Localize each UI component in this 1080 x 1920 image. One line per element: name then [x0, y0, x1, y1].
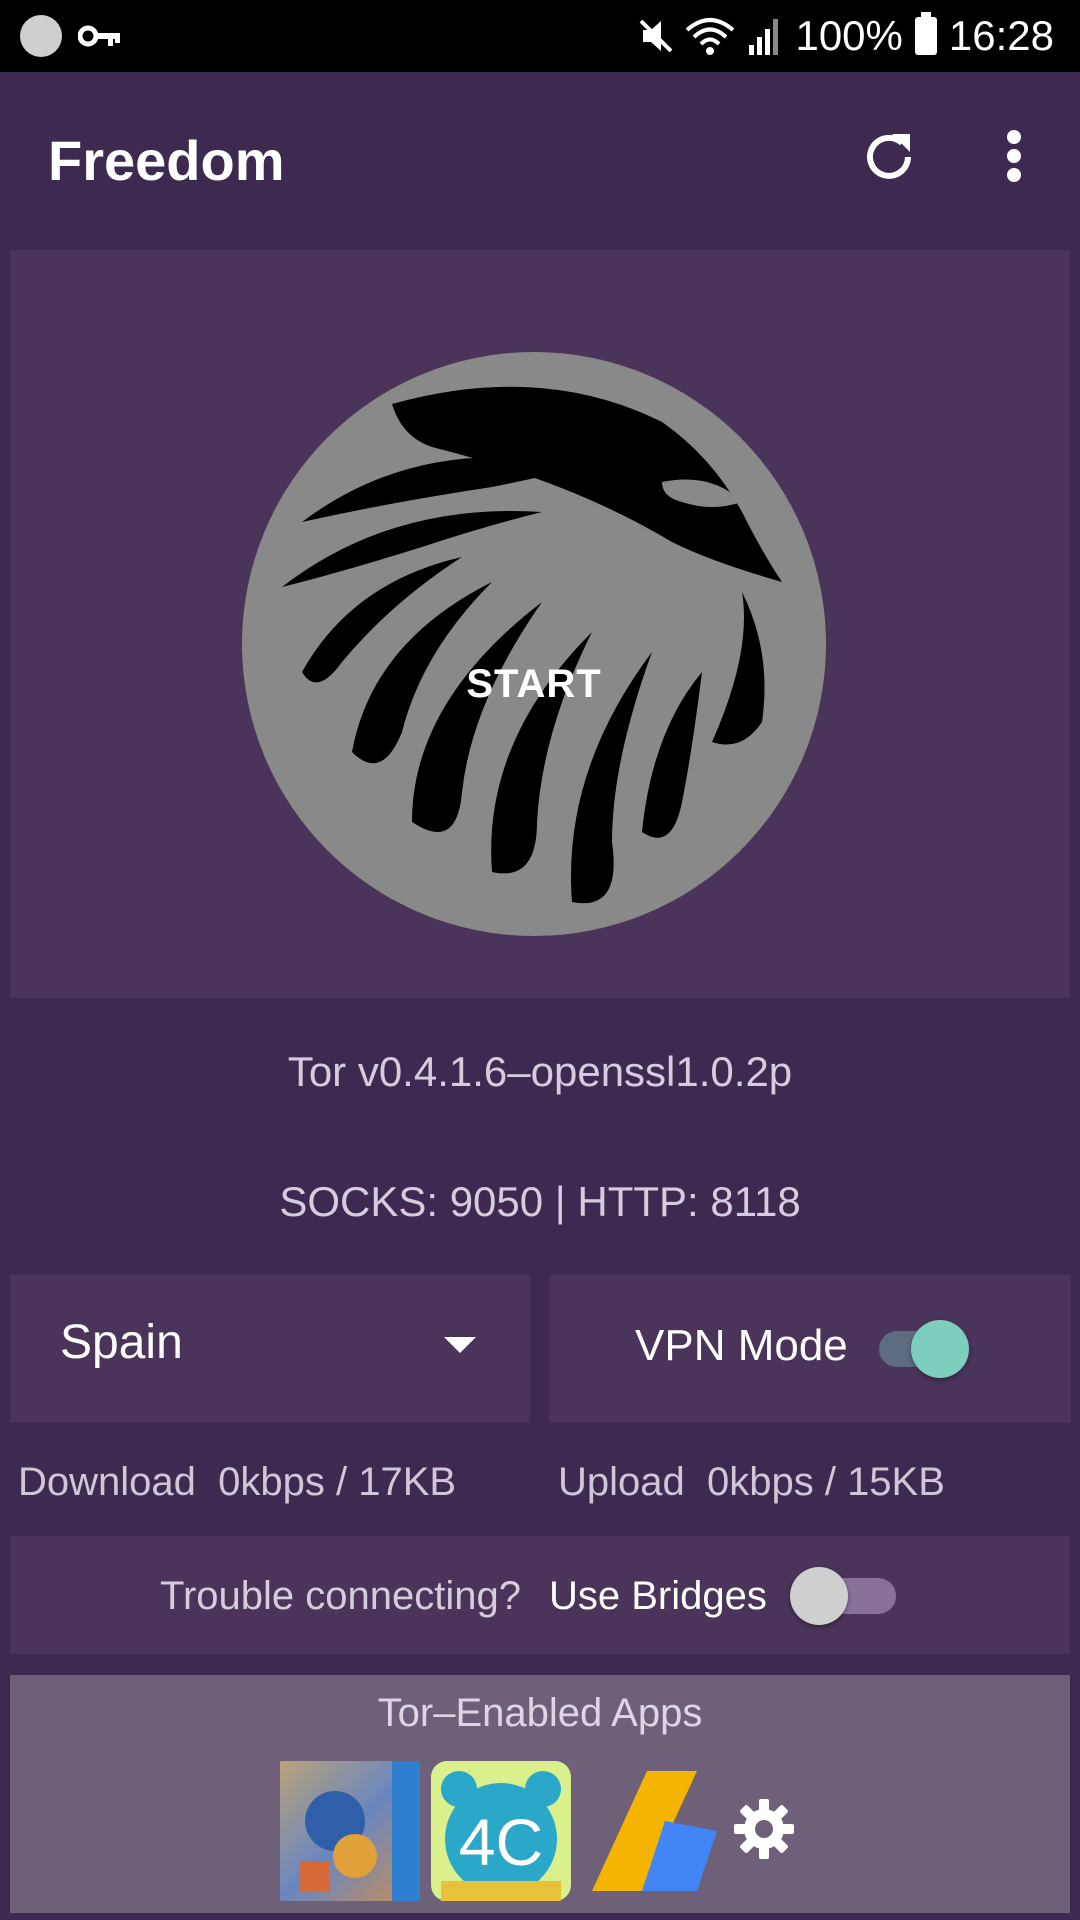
- gear-icon[interactable]: [732, 1797, 796, 1861]
- bridges-panel: Trouble connecting? Use Bridges: [10, 1536, 1070, 1654]
- refresh-icon[interactable]: [858, 126, 920, 188]
- mute-icon: [640, 19, 673, 53]
- battery-icon: [914, 12, 937, 55]
- vpn-mode-panel: VPN Mode: [549, 1275, 1071, 1423]
- app-title: Freedom: [48, 129, 285, 192]
- hero-panel: START: [10, 250, 1070, 998]
- app-bar: Freedom: [0, 72, 1080, 244]
- start-label: START: [466, 662, 602, 706]
- ports-text: SOCKS: 9050 | HTTP: 8118: [279, 1178, 801, 1225]
- notification-dot-icon: [20, 15, 62, 57]
- tor-version-text: Tor v0.4.1.6–openssl1.0.2p: [287, 1048, 793, 1095]
- clock: 16:28: [948, 12, 1054, 59]
- signal-icon: [749, 19, 779, 55]
- battery-percent: 100%: [795, 12, 903, 59]
- svg-text:4C: 4C: [459, 1805, 543, 1879]
- app-4c-icon[interactable]: 4C: [431, 1761, 571, 1901]
- app-game-icon[interactable]: [280, 1761, 420, 1901]
- vpn-switch-thumb[interactable]: [911, 1320, 969, 1378]
- vpn-mode-label: VPN Mode: [635, 1321, 848, 1370]
- status-bar: 100% 16:28: [0, 0, 1080, 72]
- wifi-icon: [686, 18, 735, 55]
- app-adsense-icon[interactable]: [587, 1761, 727, 1901]
- tor-enabled-apps-panel: Tor–Enabled Apps 4C: [10, 1675, 1070, 1913]
- dropdown-arrow-icon: [444, 1337, 476, 1353]
- eagle-logo: [282, 386, 782, 904]
- upload-stats: Upload 0kbps / 15KB: [558, 1460, 945, 1504]
- start-button[interactable]: START: [242, 352, 826, 936]
- more-vert-icon[interactable]: [990, 124, 1038, 188]
- bridges-switch-thumb[interactable]: [790, 1567, 848, 1625]
- download-stats: Download 0kbps / 17KB: [18, 1460, 457, 1504]
- vpn-key-icon: [78, 25, 120, 47]
- apps-title: Tor–Enabled Apps: [377, 1691, 703, 1735]
- country-select[interactable]: Spain: [10, 1275, 530, 1423]
- use-bridges-label: Use Bridges: [549, 1574, 767, 1618]
- country-value: Spain: [60, 1316, 183, 1369]
- trouble-connecting-text: Trouble connecting?: [160, 1574, 521, 1618]
